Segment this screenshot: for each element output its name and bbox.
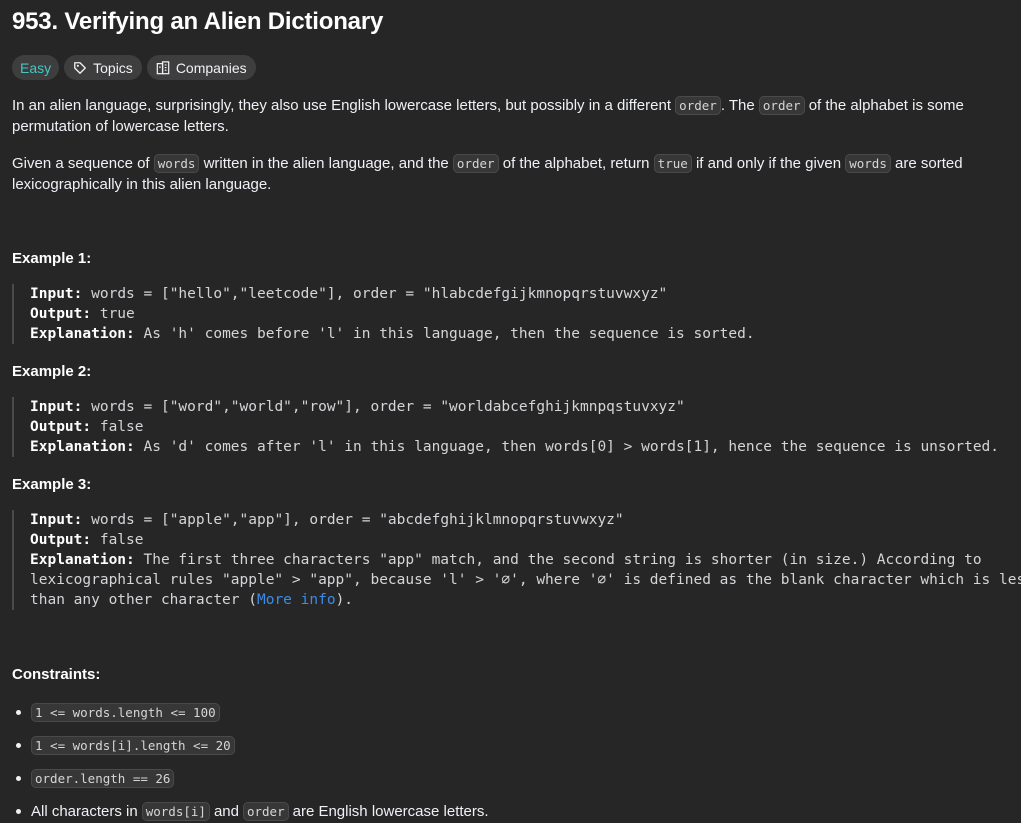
output-label: Output: xyxy=(30,306,92,322)
explanation-label: Explanation: xyxy=(30,552,135,568)
tag-icon xyxy=(74,61,87,74)
example-1-heading: Example 1: xyxy=(12,250,92,267)
constraint-item: 1 <= words.length <= 100 xyxy=(12,700,220,724)
text: Given a sequence of xyxy=(12,155,154,172)
example-1-block: Input: words = ["hello","leetcode"], ord… xyxy=(12,284,755,344)
input-label: Input: xyxy=(30,286,83,302)
text: are English lowercase letters. xyxy=(292,802,489,820)
inline-code: 1 <= words[i].length <= 20 xyxy=(31,735,235,755)
explanation-text: ). xyxy=(335,592,354,608)
inline-code: order xyxy=(242,801,289,821)
constraint-item: All characters in words[i] and order are… xyxy=(12,799,489,823)
inline-code: words[i] xyxy=(141,801,210,821)
output-label: Output: xyxy=(30,419,92,435)
constraints-heading: Constraints: xyxy=(12,666,101,683)
problem-title: 953. Verifying an Alien Dictionary xyxy=(12,8,384,35)
input-label: Input: xyxy=(30,399,83,415)
inline-code: 1 <= words.length <= 100 xyxy=(31,702,220,722)
difficulty-badge[interactable]: Easy xyxy=(12,55,60,80)
explanation-label: Explanation: xyxy=(30,439,135,455)
inline-code: words xyxy=(153,154,200,173)
text: of the alphabet, return xyxy=(498,155,654,172)
explanation-text: As 'd' comes after 'l' in this language,… xyxy=(143,439,1000,455)
bullet-icon xyxy=(16,709,21,715)
inline-code: order.length == 26 xyxy=(31,768,175,788)
constraint-item: order.length == 26 xyxy=(12,766,175,790)
description-paragraph-2: Given a sequence of words written in the… xyxy=(12,153,1017,195)
constraint-item: 1 <= words[i].length <= 20 xyxy=(12,733,235,757)
example-3-block: Input: words = ["apple","app"], order = … xyxy=(12,510,1021,610)
output-label: Output: xyxy=(30,532,92,548)
companies-label: Companies xyxy=(175,59,247,76)
bullet-icon xyxy=(16,808,21,814)
text: if and only if the given xyxy=(691,155,846,172)
example-3-heading: Example 3: xyxy=(12,476,92,493)
building-icon xyxy=(156,60,170,74)
inline-code: order xyxy=(675,96,721,115)
topics-label: Topics xyxy=(93,59,133,76)
description-paragraph-1: In an alien language, surprisingly, they… xyxy=(12,95,1017,137)
explanation-label: Explanation: xyxy=(30,326,135,342)
inline-code: order xyxy=(758,96,805,115)
bullet-icon xyxy=(16,742,21,748)
explanation-text: lexicographical rules "apple" > "app", b… xyxy=(30,572,1021,588)
more-info-link[interactable]: More info xyxy=(257,592,336,608)
bullet-icon xyxy=(16,775,21,781)
text: written in the alien language, and the xyxy=(199,155,453,172)
problem-tags: Easy Topics Companies xyxy=(12,55,256,80)
topics-button[interactable]: Topics xyxy=(64,55,142,80)
input-label: Input: xyxy=(30,512,83,528)
companies-button[interactable]: Companies xyxy=(146,55,256,80)
output-value: true xyxy=(99,306,135,322)
example-2-heading: Example 2: xyxy=(12,363,92,380)
explanation-text: than any other character ( xyxy=(30,592,257,608)
text: . The xyxy=(720,97,759,114)
inline-code: order xyxy=(452,154,499,173)
inline-code: words xyxy=(845,154,891,173)
input-value: words = ["hello","leetcode"], order = "h… xyxy=(91,286,668,302)
text: In an alien language, surprisingly, they… xyxy=(12,97,676,114)
input-value: words = ["word","world","row"], order = … xyxy=(91,399,685,415)
output-value: false xyxy=(99,419,144,435)
explanation-text: As 'h' comes before 'l' in this language… xyxy=(143,326,755,342)
text: and xyxy=(213,802,239,820)
inline-code: true xyxy=(653,154,692,173)
input-value: words = ["apple","app"], order = "abcdef… xyxy=(91,512,624,528)
explanation-text: The first three characters "app" match, … xyxy=(143,552,982,568)
output-value: false xyxy=(99,532,144,548)
text: All characters in xyxy=(31,802,138,820)
example-2-block: Input: words = ["word","world","row"], o… xyxy=(12,397,999,457)
